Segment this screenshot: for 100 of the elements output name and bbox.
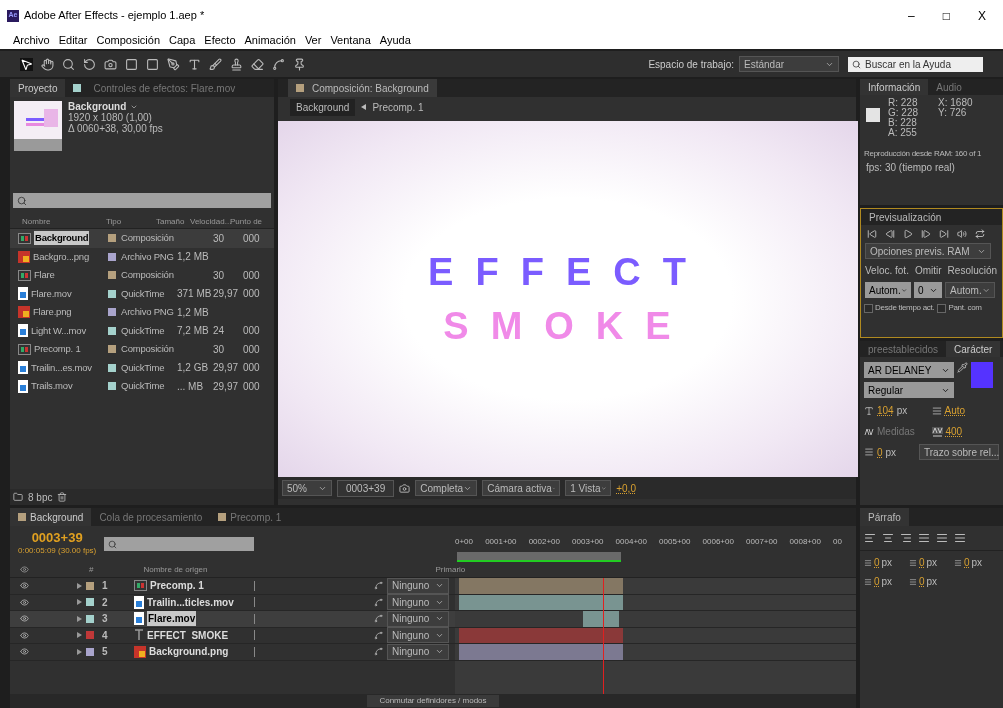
pick-whip-icon[interactable] <box>374 630 383 640</box>
project-item[interactable]: Flare.mov QuickTime 371 MB29,97 000 <box>10 284 274 303</box>
visibility-icon[interactable] <box>20 647 29 657</box>
checkbox[interactable] <box>864 303 873 313</box>
pick-whip-icon[interactable] <box>374 597 383 607</box>
rectangle-tool-icon[interactable] <box>146 57 159 71</box>
panel-tab[interactable]: Audio <box>928 79 970 95</box>
brush-tool-icon[interactable] <box>209 57 222 71</box>
expand-arrow-icon[interactable] <box>77 632 82 639</box>
visibility-icon[interactable] <box>20 630 29 640</box>
hand-tool-icon[interactable] <box>41 57 54 71</box>
fill-color-swatch[interactable] <box>971 362 993 388</box>
layer-search-field[interactable] <box>104 537 255 551</box>
skip-dropdown[interactable]: 0 <box>914 282 942 298</box>
eyedropper-icon[interactable] <box>957 362 968 373</box>
menu-item[interactable]: Ver <box>304 31 322 49</box>
frame-rate-dropdown[interactable]: Autom. <box>865 282 911 298</box>
play-icon[interactable] <box>903 229 913 239</box>
layer-duration-bar[interactable] <box>459 594 624 610</box>
visibility-icon[interactable] <box>20 581 29 591</box>
breadcrumb[interactable]: Background <box>290 98 356 116</box>
resolution-dropdown[interactable]: Completa <box>415 480 478 496</box>
panel-tab[interactable]: Párrafo <box>860 508 909 526</box>
pen-tool-icon[interactable] <box>167 57 180 71</box>
zoom-tool-icon[interactable] <box>62 57 75 71</box>
layer-row[interactable]: 5 Background.png Ninguno <box>10 644 455 661</box>
layer-row[interactable]: 3 Flare.mov Ninguno <box>10 611 455 628</box>
panel-tab[interactable]: Proyecto <box>10 79 66 97</box>
toggle-switches-button[interactable]: Conmutar definidores / modos <box>367 695 499 707</box>
project-item[interactable]: Precomp. 1 Composición 30 000 <box>10 340 274 359</box>
visibility-icon[interactable] <box>20 597 29 607</box>
align-center-icon[interactable] <box>882 532 894 544</box>
project-item[interactable]: Flare Composición 30 000 <box>10 266 274 285</box>
panel-tab[interactable]: Carácter <box>946 341 1001 357</box>
rotate-tool-icon[interactable] <box>83 57 96 71</box>
panel-tab[interactable]: Cola de procesamiento <box>91 508 211 526</box>
parent-dropdown[interactable]: Ninguno <box>387 627 449 644</box>
help-search-field[interactable]: Buscar en la Ayuda <box>848 56 983 72</box>
snapshot-camera-icon[interactable] <box>399 482 411 494</box>
maximize-button[interactable]: □ <box>942 6 950 25</box>
workspace-dropdown[interactable]: Estándar <box>739 56 839 72</box>
playhead-line[interactable] <box>603 578 605 694</box>
align-left-icon[interactable] <box>864 532 876 544</box>
minimize-button[interactable]: – <box>908 6 915 25</box>
project-item[interactable]: Backgro...png Archivo PNG 1,2 MB <box>10 247 274 266</box>
last-frame-icon[interactable] <box>939 229 949 239</box>
layer-row[interactable]: 1 Precomp. 1 Ninguno <box>10 578 455 595</box>
selection-tool-icon[interactable] <box>20 57 33 71</box>
expand-arrow-icon[interactable] <box>77 615 82 622</box>
view-layout-dropdown[interactable]: 1 Vista <box>565 480 612 496</box>
pick-whip-icon[interactable] <box>374 614 383 624</box>
font-style-dropdown[interactable]: Regular <box>864 382 954 398</box>
close-button[interactable]: X <box>978 6 986 25</box>
font-dropdown[interactable]: AR DELANEY <box>864 362 954 378</box>
zoom-dropdown[interactable]: 50% <box>282 480 332 496</box>
stroke-mode-dropdown[interactable]: Trazo sobre rel... <box>919 444 999 460</box>
panel-tab[interactable]: preestablecidos <box>860 341 947 357</box>
panel-tab[interactable]: Controles de efectos: Flare.mov <box>65 79 244 97</box>
folder-icon[interactable] <box>13 492 23 502</box>
breadcrumb[interactable]: Precomp. 1 <box>372 99 424 115</box>
type-tool-icon[interactable] <box>188 57 201 71</box>
panel-tab[interactable]: Background <box>10 508 92 526</box>
pick-whip-icon[interactable] <box>374 581 383 591</box>
project-item[interactable]: Flare.png Archivo PNG 1,2 MB <box>10 303 274 322</box>
menu-item[interactable]: Animación <box>244 31 296 49</box>
menu-item[interactable]: Archivo <box>13 31 50 49</box>
audio-icon[interactable] <box>957 229 967 239</box>
first-frame-icon[interactable] <box>867 229 877 239</box>
align-right-icon[interactable] <box>900 532 912 544</box>
project-item[interactable]: Light W...mov QuickTime 7,2 MB 24 000 <box>10 321 274 340</box>
work-area-bar[interactable] <box>457 552 622 562</box>
project-search-field[interactable] <box>13 193 271 208</box>
menu-item[interactable]: Ayuda <box>379 31 411 49</box>
trash-icon[interactable] <box>57 492 68 502</box>
stamp-tool-icon[interactable] <box>230 57 243 71</box>
menu-item[interactable]: Capa <box>169 31 196 49</box>
visibility-icon[interactable] <box>20 614 29 624</box>
camera-dropdown[interactable]: Cámara activa <box>482 480 561 496</box>
eraser-tool-icon[interactable] <box>251 57 264 71</box>
parent-dropdown[interactable]: Ninguno <box>387 594 449 611</box>
resolution-dropdown[interactable]: Autom. <box>945 282 995 298</box>
pick-whip-icon[interactable] <box>374 647 383 657</box>
panel-tab[interactable]: Composición: Background <box>288 79 437 97</box>
expand-arrow-icon[interactable] <box>77 648 82 655</box>
roto-tool-icon[interactable] <box>272 57 285 71</box>
menu-item[interactable]: Efecto <box>204 31 236 49</box>
pin-tool-icon[interactable] <box>293 57 306 71</box>
project-item[interactable]: Background Composición 30 000 <box>10 229 274 248</box>
menu-item[interactable]: Editar <box>58 31 88 49</box>
menu-item[interactable]: Ventana <box>330 31 371 49</box>
checkbox[interactable] <box>937 303 947 313</box>
menu-item[interactable]: Composición <box>96 31 161 49</box>
justify-icon[interactable] <box>918 532 930 544</box>
justify-icon[interactable] <box>954 532 966 544</box>
loop-icon[interactable] <box>975 229 985 239</box>
next-frame-icon[interactable] <box>921 229 931 239</box>
justify-icon[interactable] <box>936 532 948 544</box>
expand-arrow-icon[interactable] <box>77 582 82 589</box>
expand-arrow-icon[interactable] <box>77 599 82 606</box>
previous-frame-icon[interactable] <box>885 229 895 239</box>
